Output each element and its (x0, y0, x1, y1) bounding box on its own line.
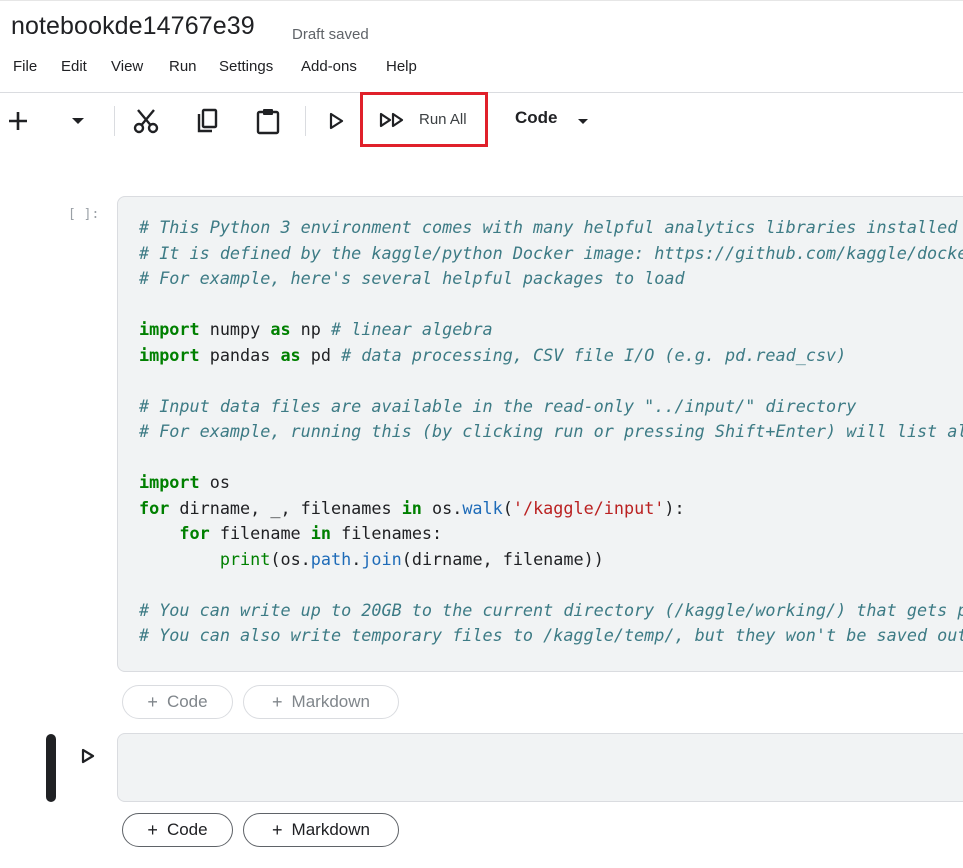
notebook-title[interactable]: notebookde14767e39 (11, 12, 255, 41)
add-code-cell-button[interactable]: + Code (122, 685, 233, 719)
menu-settings[interactable]: Settings (219, 58, 273, 75)
code-function: path (310, 548, 352, 569)
play-icon (81, 748, 95, 764)
code-cell[interactable]: # This Python 3 environment comes with m… (117, 196, 963, 672)
code-comment: # For example, here's several helpful pa… (139, 268, 685, 288)
plus-icon: + (147, 691, 158, 712)
add-cell-button[interactable] (4, 108, 32, 134)
cell-type-select[interactable]: Code (515, 108, 558, 128)
code-text: ( (502, 497, 513, 518)
code-keyword: import (139, 319, 200, 339)
plus-icon: + (272, 819, 283, 840)
code-text: np (290, 319, 331, 339)
code-string: '/kaggle/input' (512, 497, 665, 518)
code-text: filenames: (331, 523, 443, 543)
code-comment: # Input data files are available in the … (139, 395, 857, 416)
menu-edit[interactable]: Edit (61, 58, 87, 75)
add-markdown-label: Markdown (291, 692, 370, 711)
code-comment: # It is defined by the kaggle/python Doc… (139, 242, 963, 263)
menu-view[interactable]: View (111, 58, 143, 75)
code-text: filename (209, 523, 311, 543)
menu-file[interactable]: File (13, 58, 37, 75)
code-comment: # You can also write temporary files to … (139, 625, 963, 645)
code-text: dirname, _, filenames (169, 497, 402, 518)
plus-icon (9, 112, 27, 130)
code-keyword: in (401, 497, 422, 518)
code-comment: # linear algebra (331, 319, 493, 339)
empty-code-cell[interactable] (117, 733, 963, 802)
code-comment: # For example, running this (by clicking… (139, 421, 963, 441)
code-function: walk (462, 497, 503, 518)
menu-run[interactable]: Run (169, 58, 197, 75)
paste-button[interactable] (252, 105, 284, 137)
code-keyword: import (139, 472, 200, 492)
menu-add-ons[interactable]: Add-ons (301, 58, 357, 75)
code-text: os (199, 472, 230, 492)
code-keyword: import (139, 344, 200, 365)
run-all-label: Run All (419, 111, 467, 128)
add-code-label: Code (166, 692, 208, 711)
code-text: pandas (199, 344, 281, 365)
add-markdown-label: Markdown (291, 820, 370, 839)
plus-icon: + (272, 691, 283, 712)
add-markdown-cell-button[interactable]: + Markdown (243, 685, 399, 719)
code-keyword: in (310, 523, 331, 543)
toolbar-separator (305, 106, 306, 136)
code-text: (dirname, filename)) (401, 548, 604, 569)
save-status: Draft saved (292, 26, 369, 43)
fast-forward-icon (379, 112, 404, 127)
copy-icon (197, 108, 218, 133)
top-border (0, 0, 963, 1)
code-text: ): (664, 497, 685, 518)
plus-icon: + (147, 819, 158, 840)
cell-prompt: [ ]: (68, 207, 100, 222)
run-all-button[interactable]: Run All (360, 92, 488, 147)
code-keyword: for (179, 523, 210, 543)
code-keyword: for (139, 497, 170, 518)
run-cell-button[interactable] (324, 109, 348, 133)
code-keyword: as (280, 344, 301, 365)
toolbar-separator (114, 106, 115, 136)
code-text: . (351, 548, 362, 569)
code-text: os. (421, 497, 463, 518)
code-function: join (361, 548, 402, 569)
code-text: (os. (270, 548, 311, 569)
code-text: pd (300, 344, 342, 365)
run-cell-button[interactable] (80, 747, 96, 770)
caret-down-icon (72, 118, 84, 124)
code-builtin: print (219, 548, 271, 569)
menu-help[interactable]: Help (386, 58, 417, 75)
code-comment: # This Python 3 environment comes with m… (139, 217, 958, 237)
code-comment: # You can write up to 20GB to the curren… (139, 599, 963, 620)
code-keyword: as (270, 319, 291, 339)
caret-down-icon (578, 119, 588, 124)
code-editor[interactable]: # This Python 3 environment comes with m… (139, 215, 963, 649)
scissors-icon (133, 109, 159, 134)
add-code-label: Code (166, 820, 208, 839)
cut-button[interactable] (130, 105, 162, 137)
code-text: numpy (199, 319, 271, 339)
add-code-cell-button[interactable]: + Code (122, 813, 233, 847)
active-cell-indicator (46, 734, 56, 802)
clipboard-icon (256, 109, 280, 135)
code-comment: # data processing, CSV file I/O (e.g. pd… (341, 344, 847, 365)
add-markdown-cell-button[interactable]: + Markdown (243, 813, 399, 847)
cell-type-dropdown[interactable] (577, 113, 589, 131)
copy-button[interactable] (191, 105, 223, 137)
add-cell-dropdown[interactable] (66, 110, 90, 132)
play-icon (329, 112, 344, 130)
